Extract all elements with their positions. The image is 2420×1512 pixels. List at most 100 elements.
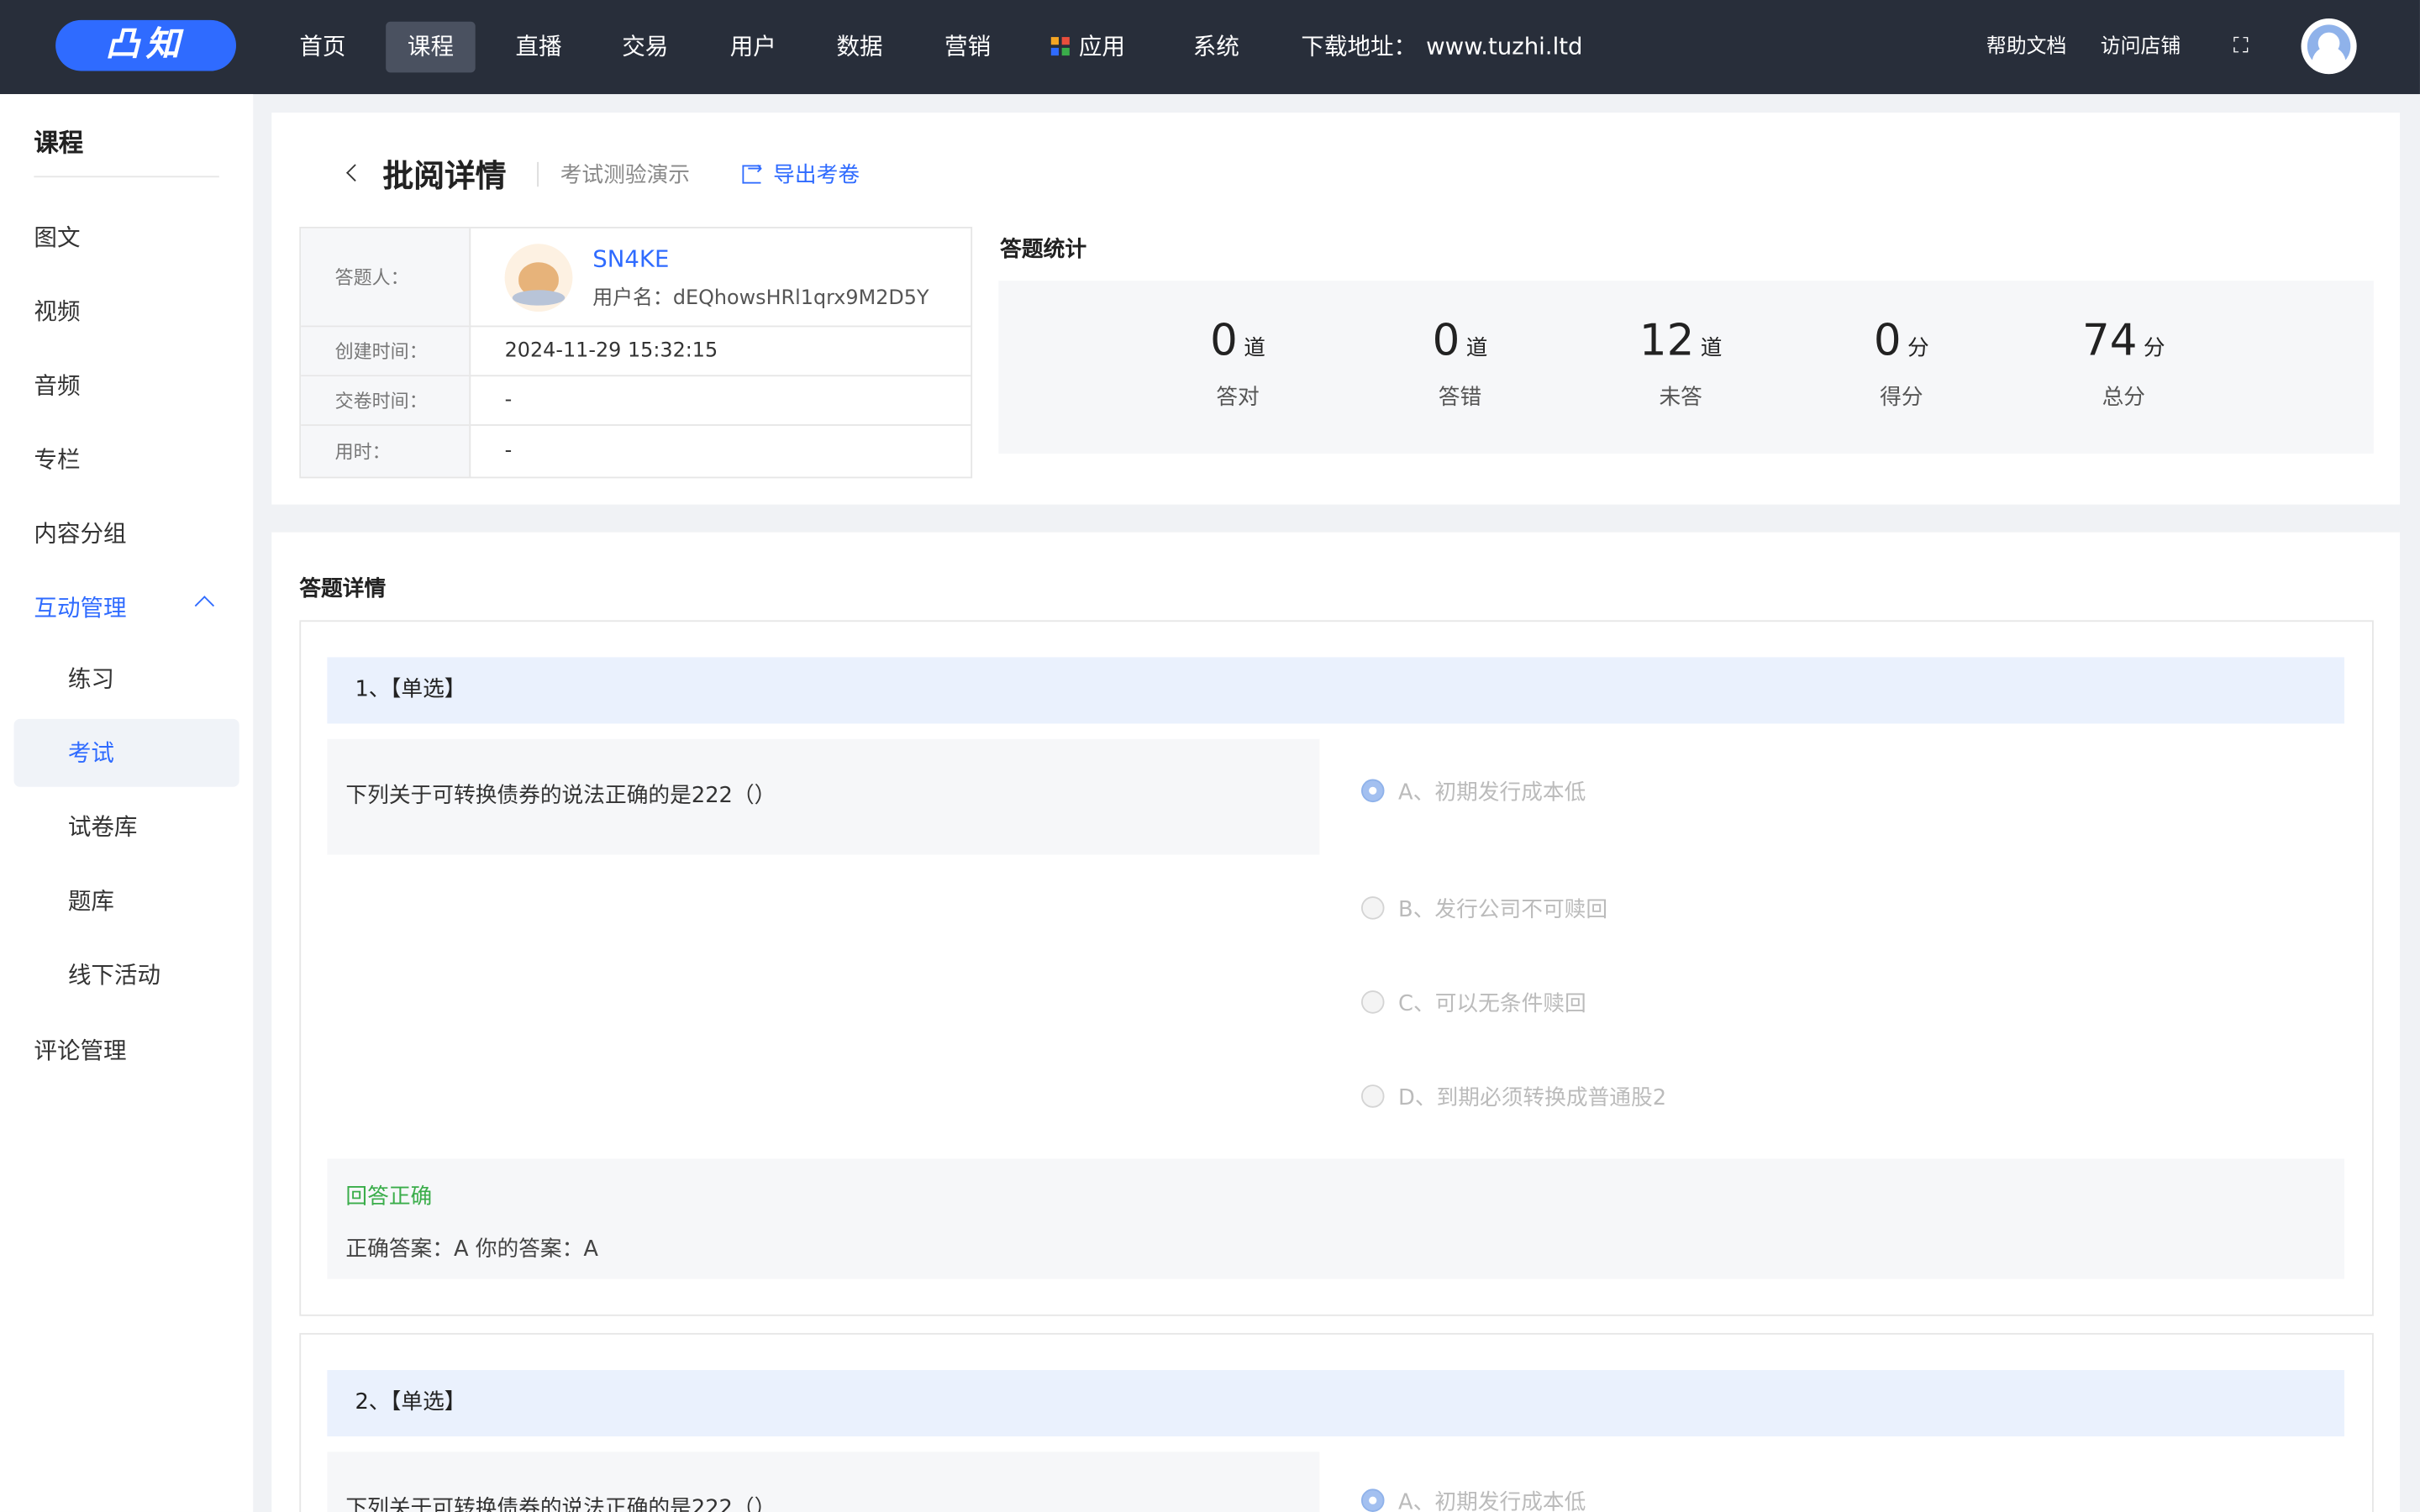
download-address: 下载地址： www.tuzhi.ltd <box>1301 22 1582 73</box>
review-summary-card: 批阅详情 考试测验演示 导出考卷 答题人： SN4KE 用户名：dEQhowsH… <box>271 113 2401 505</box>
sidebar-item-comments[interactable]: 评论管理 <box>34 1034 126 1067</box>
nav-item-user[interactable]: 用户 <box>708 22 798 73</box>
answer-result: 回答正确 正确答案：A 你的答案：A <box>327 1158 2344 1279</box>
stat-correct: 0道 答对 <box>1145 315 1330 412</box>
sidebar: 课程 图文 视频 音频 专栏 内容分组 互动管理 练习 考试 试卷库 题库 线下… <box>0 94 254 1512</box>
user-id: 用户名：dEQhowsHRl1qrx9M2D5Y <box>592 280 929 310</box>
user-meta: SN4KE 用户名：dEQhowsHRl1qrx9M2D5Y <box>592 244 929 309</box>
stat-label: 答错 <box>1438 386 1482 411</box>
option-label: D、到期必须转换成普通股2 <box>1398 1086 1667 1111</box>
nav-item-system[interactable]: 系统 <box>1171 22 1261 73</box>
option-c: C、可以无条件赎回 <box>1360 987 1586 1018</box>
user-avatar <box>504 243 573 312</box>
sidebar-item-content-group[interactable]: 内容分组 <box>34 517 126 549</box>
option-label: A、初期发行成本低 <box>1398 1490 1586 1512</box>
question-block: 2、【单选】 下列关于可转换债券的说法正确的是222（） A、初期发行成本低 <box>299 1332 2374 1512</box>
option-label: C、可以无条件赎回 <box>1398 991 1586 1017</box>
question-header: 2、【单选】 <box>327 1369 2344 1436</box>
nav-item-course[interactable]: 课程 <box>386 21 476 73</box>
info-row-created: 创建时间： 2024-11-29 15:32:15 <box>301 327 971 377</box>
stat-total: 74 分 总分 <box>2031 315 2216 412</box>
sidebar-item-exam[interactable]: 考试 <box>13 718 239 787</box>
visit-store-link[interactable]: 访问店铺 <box>2101 22 2181 73</box>
stat-unanswered: 12 道 未答 <box>1588 315 1773 412</box>
user-id-label: 用户名： <box>592 286 673 310</box>
sidebar-item-question-bank[interactable]: 题库 <box>14 867 239 935</box>
sidebar-item-offline-activity[interactable]: 线下活动 <box>14 941 239 1009</box>
duration-value: - <box>504 439 513 464</box>
stats-title: 答题统计 <box>1000 237 1087 263</box>
duration-label: 用时： <box>301 425 471 477</box>
nav-item-apps[interactable]: 应用 <box>1029 22 1147 73</box>
sidebar-item-column[interactable]: 专栏 <box>34 443 80 475</box>
stat-score: 0分 得分 <box>1809 315 1994 412</box>
stat-unit: 道 <box>1244 336 1265 361</box>
nav-item-data[interactable]: 数据 <box>815 22 905 73</box>
sidebar-group-interaction[interactable]: 互动管理 <box>34 591 126 623</box>
option-label: B、发行公司不可赎回 <box>1398 897 1608 923</box>
export-paper-button[interactable]: 导出考卷 <box>742 157 860 190</box>
page-title: 批阅详情 <box>382 157 507 195</box>
sidebar-item-graphic[interactable]: 图文 <box>34 221 80 254</box>
sidebar-item-practice[interactable]: 练习 <box>14 645 239 713</box>
brand-logo[interactable]: 凸知 <box>55 19 237 71</box>
export-icon <box>742 157 762 184</box>
respondent-info-table: 答题人： SN4KE 用户名：dEQhowsHRl1qrx9M2D5Y 创建时间… <box>299 226 973 479</box>
stat-unit: 道 <box>1700 336 1723 361</box>
nav-item-home[interactable]: 首页 <box>278 22 368 73</box>
info-row-respondent: 答题人： SN4KE 用户名：dEQhowsHRl1qrx9M2D5Y <box>301 228 971 328</box>
top-navbar: 凸知 首页 课程 直播 交易 用户 数据 营销 应用 系统 下载地址： www.t… <box>0 0 2420 95</box>
stat-label: 得分 <box>1880 386 1923 411</box>
radio-icon <box>1360 1084 1385 1108</box>
stat-label: 答对 <box>1216 386 1260 411</box>
option-a: A、初期发行成本低 <box>1360 1486 1586 1512</box>
stat-value: 74 <box>2082 314 2138 366</box>
nav-item-trade[interactable]: 交易 <box>600 22 690 73</box>
details-title: 答题详情 <box>299 576 387 602</box>
download-url[interactable]: www.tuzhi.ltd <box>1426 33 1582 60</box>
radio-icon <box>1360 896 1385 920</box>
info-row-submitted: 交卷时间： - <box>301 376 971 426</box>
question-block: 1、【单选】 下列关于可转换债券的说法正确的是222（） A、初期发行成本低 B… <box>299 620 2374 1316</box>
respondent-label: 答题人： <box>301 228 471 326</box>
sidebar-item-video[interactable]: 视频 <box>34 295 80 328</box>
radio-icon <box>1360 990 1385 1014</box>
sidebar-item-audio[interactable]: 音频 <box>34 369 80 402</box>
stat-unit: 分 <box>2143 336 2165 361</box>
user-avatar-icon[interactable] <box>2301 18 2357 75</box>
user-name-link[interactable]: SN4KE <box>592 244 929 272</box>
stat-unit: 道 <box>1465 336 1488 361</box>
question-text: 下列关于可转换债券的说法正确的是222（） <box>327 738 1320 855</box>
help-docs-link[interactable]: 帮助文档 <box>1986 22 2067 73</box>
info-row-duration: 用时： - <box>301 425 971 477</box>
sidebar-divider <box>34 176 219 178</box>
option-label: A、初期发行成本低 <box>1398 780 1586 806</box>
stat-label: 未答 <box>1659 386 1702 411</box>
question-header: 1、【单选】 <box>327 657 2344 724</box>
stat-value: 0 <box>1873 314 1902 366</box>
radio-checked-icon <box>1360 1488 1385 1512</box>
stat-label: 总分 <box>2102 386 2146 411</box>
sidebar-title: 课程 <box>34 128 84 158</box>
chevron-up-icon[interactable] <box>194 596 215 616</box>
option-b: B、发行公司不可赎回 <box>1360 893 1608 924</box>
sidebar-item-paper-library[interactable]: 试卷库 <box>14 793 239 861</box>
answer-comparison: 正确答案：A 你的答案：A <box>345 1237 598 1263</box>
back-chevron-icon[interactable] <box>346 164 364 182</box>
submitted-value: - <box>504 388 513 412</box>
stat-wrong: 0道 答错 <box>1367 315 1552 412</box>
nav-item-marketing[interactable]: 营销 <box>923 22 1013 73</box>
export-label: 导出考卷 <box>773 163 860 189</box>
created-value: 2024-11-29 15:32:15 <box>504 339 718 363</box>
stat-unit: 分 <box>1907 336 1929 361</box>
submitted-label: 交卷时间： <box>301 376 471 425</box>
option-d: D、到期必须转换成普通股2 <box>1360 1082 1667 1113</box>
nav-item-apps-label: 应用 <box>1078 32 1125 60</box>
apps-grid-icon <box>1050 37 1070 56</box>
nav-item-live[interactable]: 直播 <box>494 22 584 73</box>
stat-value: 12 <box>1639 314 1695 366</box>
fullscreen-icon[interactable]: ⛶ <box>2228 34 2253 58</box>
stat-value: 0 <box>1210 314 1238 366</box>
created-label: 创建时间： <box>301 327 471 375</box>
answer-details-card: 答题详情 1、【单选】 下列关于可转换债券的说法正确的是222（） A、初期发行… <box>271 532 2401 1512</box>
